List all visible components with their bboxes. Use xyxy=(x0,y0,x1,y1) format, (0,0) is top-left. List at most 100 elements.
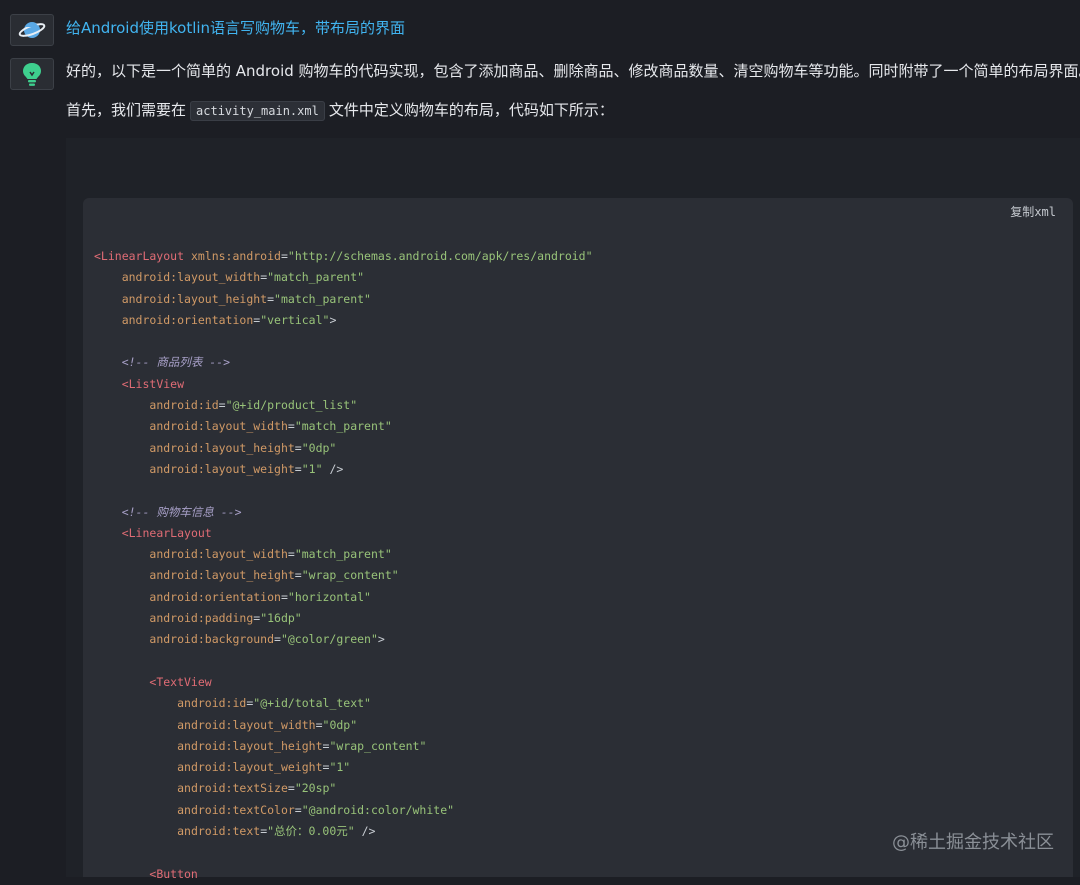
code-line: android:layout_weight="1" xyxy=(94,757,593,778)
code-token: android:id xyxy=(177,696,247,711)
code-token: = xyxy=(315,717,323,732)
code-token: > xyxy=(377,632,385,647)
answer-before-code-line: 首先，我们需要在 activity_main.xml 文件中定义购物车的布局，代码如… xyxy=(66,100,614,121)
code-line: android:layout_height="wrap_content" xyxy=(94,736,593,757)
code-token: android:layout_height xyxy=(121,291,268,306)
code-token: = xyxy=(267,291,275,306)
code-token: = xyxy=(280,589,288,604)
code-token: "match_parent" xyxy=(267,270,365,285)
code-token: = xyxy=(294,440,302,455)
code-token: "0dp" xyxy=(301,440,337,455)
code-token: > xyxy=(329,312,337,327)
code-token: "0dp" xyxy=(322,717,358,732)
assistant-avatar xyxy=(10,58,54,90)
watermark: @稀土掘金技术社区 xyxy=(892,832,1054,853)
code-token: xmlns:android xyxy=(190,249,281,263)
code-token: android:padding xyxy=(149,611,254,626)
code-token: "1" xyxy=(301,461,323,476)
code-token: "horizontal" xyxy=(287,589,371,604)
code-token: android:orientation xyxy=(121,312,254,327)
code-token: "@+id/total_text" xyxy=(253,696,371,711)
code-token: android:background xyxy=(149,632,275,647)
code-token: android:layout_weight xyxy=(177,760,323,775)
code-token: "vertical" xyxy=(260,312,330,327)
code-line: android:textColor="@android:color/white" xyxy=(94,800,593,821)
copy-button-label: 复制 xyxy=(1010,205,1035,219)
code-token: = xyxy=(294,568,302,583)
code-line: android:layout_height="wrap_content" xyxy=(94,565,593,586)
code-token: "http://schemas.android.com/apk/res/andr… xyxy=(287,249,593,263)
code-line: android:text="总价：0.00元" /> xyxy=(94,821,593,842)
lightbulb-icon xyxy=(23,63,41,86)
planet-icon xyxy=(18,22,46,38)
code-token: <LinearLayout xyxy=(94,249,191,263)
answer-before-code-text: 首先，我们需要在 xyxy=(66,101,187,119)
code-token: <LinearLayout xyxy=(121,525,212,540)
code-token: "wrap_content" xyxy=(301,568,399,583)
code-token: android:layout_width xyxy=(149,419,288,434)
code-token: android:text xyxy=(177,824,261,839)
code-token: "match_parent" xyxy=(294,419,392,434)
code-line: <Button xyxy=(94,864,593,885)
code-line: <ListView xyxy=(94,374,593,395)
code-token: "match_parent" xyxy=(294,547,392,562)
code-token: = xyxy=(294,461,302,476)
code-line: android:layout_width="match_parent" xyxy=(94,416,593,437)
copy-code-button[interactable]: 复制xml xyxy=(1010,203,1056,220)
code-line: android:layout_weight="1" /> xyxy=(94,459,593,480)
code-token: android:layout_width xyxy=(149,547,288,562)
code-line: android:id="@+id/total_text" xyxy=(94,693,593,714)
code-token: android:layout_width xyxy=(121,270,261,285)
code-token: android:layout_weight xyxy=(149,461,295,476)
code-token: = xyxy=(218,398,226,413)
code-line: android:layout_width="match_parent" xyxy=(94,267,593,288)
code-content: <LinearLayout xmlns:android = "http://sche… xyxy=(94,246,593,885)
code-token: android:textColor xyxy=(177,802,295,817)
code-line: <!-- 购物车信息 --> xyxy=(94,502,593,523)
code-token: "@android:color/white" xyxy=(301,802,455,817)
code-token: "@color/green" xyxy=(280,632,378,647)
code-token: = xyxy=(274,632,281,647)
code-token: android:orientation xyxy=(149,589,281,604)
inline-code-filename: activity_main.xml xyxy=(190,101,325,121)
code-token: android:id xyxy=(149,398,219,413)
code-token: <!-- 购物车信息 --> xyxy=(121,504,242,519)
code-token: = xyxy=(287,419,295,434)
code-token: "总价：0.00元" xyxy=(267,824,355,839)
code-line: android:layout_height="match_parent" xyxy=(94,289,593,310)
code-token: <Button xyxy=(149,866,198,881)
code-line: android:background="@color/green"> xyxy=(94,629,593,650)
code-token: android:layout_height xyxy=(177,738,323,753)
code-token: android:layout_height xyxy=(149,440,295,455)
code-line: android:layout_width="match_parent" xyxy=(94,544,593,565)
code-token: <!-- 商品列表 --> xyxy=(121,355,231,370)
code-line: android:orientation="horizontal" xyxy=(94,587,593,608)
code-line: <LinearLayout xmlns:android="http://sche… xyxy=(94,246,593,267)
code-line: <TextView xyxy=(94,672,593,693)
code-line: android:padding="16dp" xyxy=(94,608,593,629)
code-line: android:id="@+id/product_list" xyxy=(94,395,593,416)
code-token: "@+id/product_list" xyxy=(225,398,358,413)
code-token: /> xyxy=(322,461,344,476)
code-token: "wrap_content" xyxy=(329,738,427,753)
code-line: android:layout_width="0dp" xyxy=(94,715,593,736)
user-avatar xyxy=(10,14,54,46)
code-token: android:layout_height xyxy=(149,568,295,583)
code-token: "1" xyxy=(329,760,351,775)
